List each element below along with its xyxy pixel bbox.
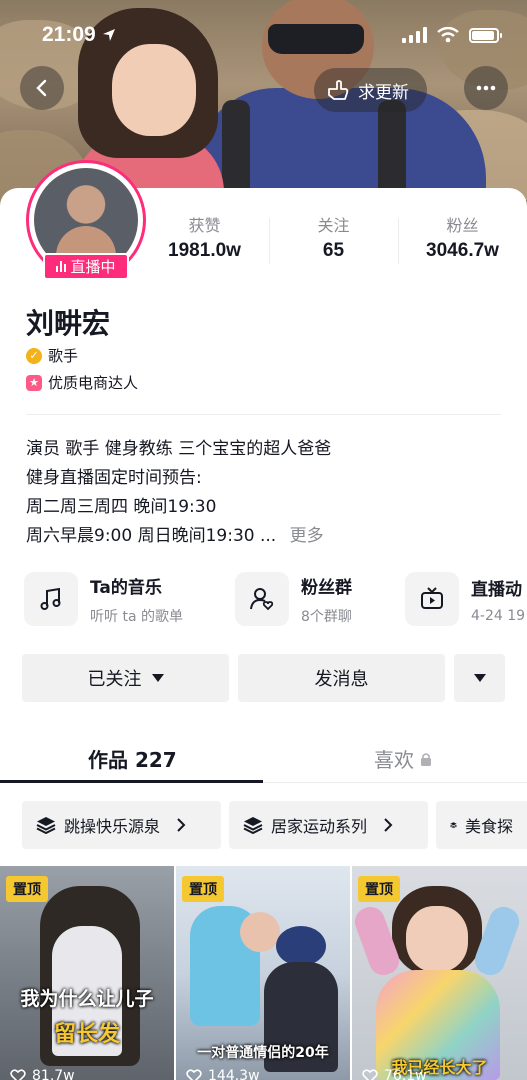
bio-line: 演员 歌手 健身教练 三个宝宝的超人爸爸 (26, 439, 332, 459)
video-likes: 81.7w (10, 1068, 75, 1080)
send-message-button[interactable]: 发消息 (238, 654, 445, 702)
fan-group-icon (235, 572, 289, 626)
status-bar: 21:09 (42, 20, 502, 50)
feature-subtitle: 4-24 19 (471, 607, 526, 624)
stat-likes[interactable]: 获赞 1981.0w (140, 212, 269, 262)
pinned-badge: 置顶 (6, 876, 48, 902)
live-label: 直播中 (70, 258, 116, 276)
back-button[interactable] (20, 66, 64, 110)
verified-check-icon: ✓ (26, 347, 42, 364)
tab-likes[interactable]: 喜欢 (374, 744, 432, 773)
feature-music[interactable]: Ta的音乐 听听 ta 的歌单 (24, 572, 183, 626)
chevron-right-icon (384, 818, 393, 832)
stat-value: 1981.0w (168, 240, 241, 261)
feature-live-updates[interactable]: 直播动 4-24 19 (405, 572, 525, 626)
send-message-label: 发消息 (314, 669, 369, 690)
layers-icon (36, 817, 56, 834)
heart-icon (362, 1069, 378, 1080)
bio-line: 周二周三周四 晚间19:30 (26, 497, 217, 517)
pinned-badge: 置顶 (182, 876, 224, 902)
heart-icon (186, 1069, 202, 1080)
stat-label: 获赞 (188, 216, 221, 235)
video-likes: 76.1w (362, 1068, 427, 1080)
bio-line: 周六早晨9:00 周日晚间19:30 ... 更多 (26, 521, 324, 546)
stat-value: 65 (322, 240, 345, 261)
request-update-button[interactable]: 求更新 (314, 68, 427, 112)
video-caption: 留长发 (53, 1022, 120, 1047)
lock-icon (421, 752, 431, 766)
collection-chip[interactable]: 居家运动系列 (229, 801, 428, 849)
status-time: 21:09 (42, 23, 96, 46)
chevron-left-icon (36, 79, 47, 97)
tab-works[interactable]: 作品 227 (88, 744, 177, 773)
video-likes-count: 81.7w (32, 1068, 75, 1080)
hand-point-icon (328, 80, 349, 100)
star-badge-icon: ★ (26, 374, 42, 391)
following-label: 已关注 (87, 669, 142, 690)
following-button[interactable]: 已关注 (22, 654, 229, 702)
tag-label: 优质电商达人 (48, 374, 139, 392)
caret-down-icon (473, 674, 486, 682)
collection-chip[interactable]: 美食探 (436, 801, 527, 849)
heart-icon (10, 1069, 26, 1080)
music-note-icon (24, 572, 78, 626)
video-likes-count: 144.3w (208, 1068, 260, 1080)
layers-icon (450, 822, 457, 829)
profile-stats: 获赞 1981.0w 关注 65 粉丝 3046.7w (140, 212, 527, 264)
more-actions-button[interactable] (454, 654, 505, 702)
caret-down-icon (151, 674, 164, 682)
tag-singer[interactable]: ✓ 歌手 (26, 345, 78, 366)
stat-following[interactable]: 关注 65 (269, 212, 398, 264)
live-badge[interactable]: 直播中 (43, 253, 129, 280)
battery-icon (469, 27, 502, 43)
video-likes: 144.3w (186, 1068, 260, 1080)
layers-icon (243, 817, 263, 834)
feature-title: 直播动 (471, 579, 522, 600)
collection-chip[interactable]: 跳操快乐源泉 (22, 801, 221, 849)
tab-active-indicator (0, 780, 263, 783)
request-update-label: 求更新 (358, 82, 409, 103)
tag-ecommerce[interactable]: ★ 优质电商达人 (26, 372, 138, 393)
collection-label: 美食探 (464, 817, 513, 836)
feature-subtitle: 听听 ta 的歌单 (90, 608, 183, 625)
video-caption: 一对普通情侣的20年 (197, 1045, 329, 1061)
video-likes-count: 76.1w (384, 1068, 427, 1080)
collection-label: 跳操快乐源泉 (64, 817, 161, 836)
feature-title: Ta的音乐 (90, 577, 162, 598)
bio-line-text: 周六早晨9:00 周日晚间19:30 ... (26, 526, 277, 546)
live-bars-icon (56, 261, 67, 272)
video-thumbnail[interactable]: 置顶 我为什么让儿子 留长发 81.7w (0, 866, 174, 1080)
video-caption: 我为什么让儿子 (20, 988, 154, 1010)
collection-label: 居家运动系列 (271, 817, 368, 836)
bio-line: 健身直播固定时间预告: (26, 468, 202, 488)
feature-subtitle: 8个群聊 (301, 608, 352, 625)
video-thumbnail[interactable]: 置顶 一对普通情侣的20年 144.3w (176, 866, 350, 1080)
stat-label: 粉丝 (446, 216, 479, 235)
stat-followers[interactable]: 粉丝 3046.7w (398, 212, 527, 264)
location-arrow-icon (102, 29, 115, 41)
stat-value: 3046.7w (426, 240, 499, 261)
more-options-button[interactable] (464, 66, 508, 110)
bio-more-link[interactable]: 更多 (290, 526, 324, 546)
tag-label: 歌手 (48, 347, 79, 365)
feature-title: 粉丝群 (301, 577, 352, 598)
tab-likes-label: 喜欢 (374, 748, 414, 772)
feature-fan-group[interactable]: 粉丝群 8个群聊 (235, 572, 352, 626)
divider (26, 414, 501, 415)
chevron-right-icon (177, 818, 186, 832)
profile-name: 刘畊宏 (26, 307, 111, 340)
stat-label: 关注 (317, 216, 350, 235)
cellular-signal-icon (402, 27, 427, 43)
wifi-icon (437, 27, 459, 43)
pinned-badge: 置顶 (358, 876, 400, 902)
video-thumbnail[interactable]: 置顶 我已经长大了 76.1w (352, 866, 527, 1080)
more-dots-icon (476, 85, 496, 91)
tv-icon (405, 572, 459, 626)
